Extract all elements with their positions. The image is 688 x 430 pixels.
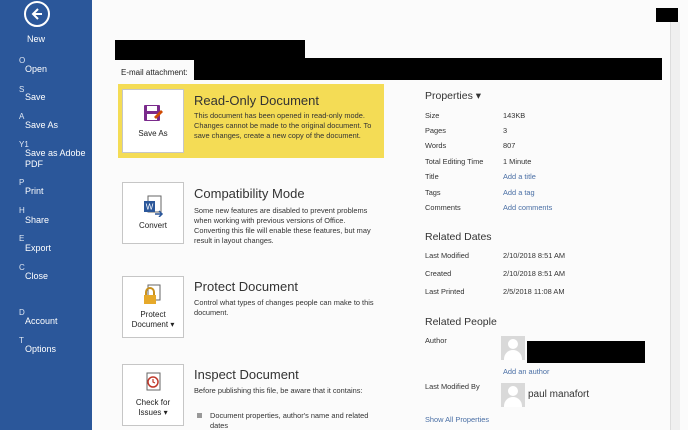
prop-key: Pages	[425, 126, 446, 135]
backstage-nav: New O Open S Save A Save As Y1 Save as A…	[0, 0, 92, 430]
prop-key: Title	[425, 172, 439, 181]
last-modified-by-label: Last Modified By	[425, 382, 480, 391]
nav-save-adobe-pdf[interactable]: Save as Adobe PDF	[25, 148, 89, 170]
inspect-text: Before publishing this file, be aware th…	[194, 386, 363, 395]
nav-save[interactable]: Save	[25, 92, 89, 103]
nav-new[interactable]: New	[27, 34, 45, 44]
protect-text: Control what types of changes people can…	[194, 298, 374, 317]
inspect-bullet: Document properties, author's name and r…	[210, 411, 369, 430]
nav-export[interactable]: Export	[25, 243, 89, 254]
protect-document-label: Protect Document ▾	[131, 310, 175, 329]
date-key: Last Printed	[425, 287, 465, 296]
prop-value: 143KB	[503, 111, 526, 120]
author-label: Author	[425, 336, 447, 345]
prop-key: Comments	[425, 203, 461, 212]
nav-options[interactable]: Options	[25, 344, 89, 355]
vertical-scrollbar[interactable]	[670, 22, 680, 430]
keytip: T	[19, 336, 24, 345]
date-value: 2/10/2018 8:51 AM	[503, 269, 566, 278]
redaction	[527, 341, 645, 363]
date-key: Last Modified	[425, 251, 469, 260]
keytip: E	[19, 234, 25, 243]
prop-value: 1 Minute	[503, 157, 532, 166]
svg-text:W: W	[146, 203, 154, 212]
readonly-title: Read-Only Document	[194, 93, 319, 108]
save-as-button[interactable]: Save As	[122, 89, 184, 153]
prop-key: Total Editing Time	[425, 157, 484, 166]
keytip: H	[19, 206, 25, 215]
protect-document-button[interactable]: Protect Document ▾	[122, 276, 184, 338]
email-attachment-label: E-mail attachment:	[121, 68, 188, 77]
prop-key: Tags	[425, 188, 441, 197]
back-arrow-icon[interactable]	[24, 1, 50, 27]
prop-value: 3	[503, 126, 508, 135]
nav-save-as[interactable]: Save As	[25, 120, 89, 131]
keytip: C	[19, 263, 25, 272]
prop-key: Words	[425, 141, 447, 150]
check-for-issues-label: Check for Issues ▾	[135, 398, 171, 417]
prop-value: 807	[503, 141, 516, 150]
save-as-icon	[144, 105, 163, 121]
save-as-label: Save As	[138, 129, 168, 138]
readonly-text: This document has been opened in read-on…	[194, 111, 372, 140]
check-for-issues-button[interactable]: Check for Issues ▾	[122, 364, 184, 426]
date-key: Created	[425, 269, 452, 278]
nav-account[interactable]: Account	[25, 316, 89, 327]
lock-icon	[144, 284, 161, 304]
redaction	[656, 8, 678, 22]
nav-print[interactable]: Print	[25, 186, 89, 197]
related-dates-heading: Related Dates	[425, 231, 492, 243]
keytip: S	[19, 85, 25, 94]
date-value: 2/10/2018 8:51 AM	[503, 251, 566, 260]
related-people-heading: Related People	[425, 316, 497, 328]
convert-label: Convert	[138, 221, 167, 230]
date-value: 2/5/2018 11:08 AM	[503, 287, 565, 296]
add-comments-field[interactable]: Add comments	[503, 203, 552, 212]
inspect-title: Inspect Document	[194, 367, 299, 382]
properties-heading[interactable]: Properties ▾	[425, 90, 481, 102]
redaction	[115, 40, 305, 60]
last-modified-by-name: paul manafort	[528, 389, 590, 400]
nav-share[interactable]: Share	[25, 215, 89, 226]
keytip: A	[19, 112, 25, 121]
convert-icon: W	[144, 195, 164, 217]
redaction	[194, 58, 662, 80]
prop-key: Size	[425, 111, 440, 120]
author-avatar-icon	[501, 336, 525, 360]
add-author-link[interactable]: Add an author	[503, 367, 549, 376]
compat-title: Compatibility Mode	[194, 186, 305, 201]
modifier-avatar-icon	[501, 383, 525, 407]
compat-text: Some new features are disabled to preven…	[194, 206, 371, 245]
add-title-field[interactable]: Add a title	[503, 172, 536, 181]
nav-close[interactable]: Close	[25, 271, 89, 282]
keytip: D	[19, 308, 25, 317]
convert-button[interactable]: W Convert	[122, 182, 184, 244]
protect-title: Protect Document	[194, 279, 299, 294]
nav-open[interactable]: Open	[25, 64, 89, 75]
keytip: P	[19, 178, 25, 187]
add-tag-field[interactable]: Add a tag	[503, 188, 535, 197]
bullet-icon	[197, 413, 202, 418]
show-all-properties-link[interactable]: Show All Properties	[425, 415, 489, 424]
inspect-icon	[146, 372, 161, 391]
